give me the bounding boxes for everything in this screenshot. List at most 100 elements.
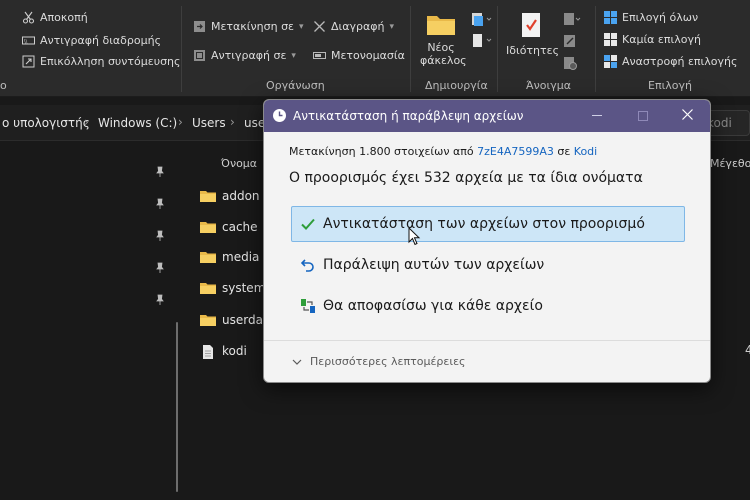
easy-access-icon[interactable] xyxy=(470,33,492,49)
pin-icon[interactable] xyxy=(154,227,166,241)
file-icon xyxy=(200,345,216,359)
shortcut-icon xyxy=(22,55,35,68)
file-row[interactable]: userda xyxy=(200,308,270,332)
history-icon[interactable] xyxy=(563,55,577,70)
clipboard-group-label: ο xyxy=(0,79,7,92)
edit-icon[interactable] xyxy=(563,33,577,47)
file-row[interactable]: kodi xyxy=(200,339,270,363)
cut-label: Αποκοπή xyxy=(40,11,88,24)
folder-icon xyxy=(200,251,216,263)
copy-to-icon xyxy=(193,49,206,62)
svg-text:\\: \\ xyxy=(24,39,28,45)
conflict-heading: Ο προορισμός έχει 532 αρχεία με τα ίδια … xyxy=(289,170,643,186)
properties-label: Ιδιότητες xyxy=(506,44,560,57)
replace-files-option[interactable]: Αντικατάσταση των αρχείων στον προορισμό xyxy=(291,206,685,242)
move-to-button[interactable]: Μετακίνηση σε ▾ xyxy=(193,20,304,33)
copy-path-button[interactable]: \\ Αντιγραφή διαδρομής xyxy=(22,34,161,47)
rename-label: Μετονομασία xyxy=(331,49,405,62)
pin-icon[interactable] xyxy=(154,291,166,305)
file-row[interactable]: addon xyxy=(200,184,270,208)
decide-each-file-option[interactable]: Θα αποφασίσω για κάθε αρχείο xyxy=(291,288,685,324)
invert-selection-label: Αναστροφή επιλογής xyxy=(622,55,738,68)
move-to-label: Μετακίνηση σε xyxy=(211,20,294,33)
replace-or-skip-dialog: Αντικατάσταση ή παράβλεψη αρχείων Μετακί… xyxy=(263,99,711,383)
clock-icon xyxy=(272,108,287,123)
folder-icon xyxy=(426,12,456,36)
ribbon-divider xyxy=(497,6,498,92)
file-row[interactable]: media xyxy=(200,245,270,269)
delete-label: Διαγραφή xyxy=(331,20,385,33)
decide-each-file-label: Θα αποφασίσω για κάθε αρχείο xyxy=(323,298,543,314)
scissors-icon xyxy=(22,11,35,24)
dialog-titlebar[interactable]: Αντικατάσταση ή παράβλεψη αρχείων xyxy=(264,100,710,132)
source-folder-link[interactable]: 7zE4A7599A3 xyxy=(477,145,554,158)
select-group-label: Επιλογή xyxy=(648,79,693,92)
select-none-label: Καμία επιλογή xyxy=(622,33,701,46)
select-all-icon xyxy=(604,11,617,24)
file-row[interactable]: cache xyxy=(200,215,270,239)
breadcrumb-users[interactable]: Users xyxy=(192,116,226,130)
dialog-divider xyxy=(264,340,710,341)
transfer-info-mid: σε xyxy=(557,145,571,158)
cut-button[interactable]: Αποκοπή xyxy=(22,11,88,24)
select-none-icon xyxy=(604,33,617,46)
maximize-button[interactable] xyxy=(620,100,666,132)
select-none-button[interactable]: Καμία επιλογή xyxy=(604,33,701,46)
invert-selection-icon xyxy=(604,55,617,68)
destination-folder-link[interactable]: Kodi xyxy=(574,145,597,158)
more-details-toggle[interactable]: Περισσότερες λεπτομέρειες xyxy=(292,355,465,368)
copy-to-label: Αντιγραφή σε xyxy=(211,49,287,62)
transfer-info-prefix: Μετακίνηση 1.800 στοιχείων από xyxy=(289,145,474,158)
new-group-label: Δημιουργία xyxy=(425,79,488,92)
ribbon-divider xyxy=(595,6,596,92)
column-header-size[interactable]: Μέγεθο xyxy=(710,157,750,170)
chevron-right-icon[interactable]: › xyxy=(84,115,89,129)
ribbon-divider xyxy=(410,6,411,92)
new-item-icon[interactable] xyxy=(470,12,492,28)
organize-group-label: Οργάνωση xyxy=(266,79,325,92)
skip-files-option[interactable]: Παράλειψη αυτών των αρχείων xyxy=(291,247,685,283)
new-folder-button[interactable]: Νέος φάκελος xyxy=(420,12,467,67)
chevron-right-icon[interactable]: › xyxy=(230,115,235,129)
properties-button[interactable]: Ιδιότητες xyxy=(506,12,560,57)
dialog-title: Αντικατάσταση ή παράβλεψη αρχείων xyxy=(293,109,524,123)
navigation-pane xyxy=(0,146,190,500)
mouse-cursor-icon xyxy=(408,226,422,247)
compare-files-icon xyxy=(300,298,316,314)
file-name: media xyxy=(222,250,260,264)
more-details-label: Περισσότερες λεπτομέρειες xyxy=(310,355,466,368)
rename-button[interactable]: Μετονομασία xyxy=(313,49,405,62)
open-group-label: Άνοιγμα xyxy=(526,79,571,92)
file-name: cache xyxy=(222,220,258,234)
folder-icon xyxy=(200,221,216,233)
close-icon xyxy=(681,108,693,124)
pin-icon[interactable] xyxy=(154,195,166,209)
folder-icon xyxy=(200,282,216,294)
chevron-down-icon xyxy=(292,355,302,368)
invert-selection-button[interactable]: Αναστροφή επιλογής xyxy=(604,55,737,68)
column-header-name[interactable]: Όνομα xyxy=(221,157,257,170)
file-row[interactable]: system xyxy=(200,276,270,300)
copy-to-button[interactable]: Αντιγραφή σε ▾ xyxy=(193,49,296,62)
minimize-button[interactable] xyxy=(574,100,620,132)
paste-shortcut-label: Επικόλληση συντόμευσης xyxy=(40,55,181,68)
open-icon[interactable] xyxy=(563,11,581,25)
select-all-button[interactable]: Επιλογή όλων xyxy=(604,11,698,24)
transfer-info: Μετακίνηση 1.800 στοιχείων από 7zE4A7599… xyxy=(289,145,597,158)
chevron-right-icon[interactable]: › xyxy=(178,115,183,129)
paste-shortcut-button[interactable]: Επικόλληση συντόμευσης xyxy=(22,55,180,68)
pin-icon[interactable] xyxy=(154,259,166,273)
file-name: addon xyxy=(222,189,260,203)
file-name: system xyxy=(222,281,266,295)
ribbon-divider xyxy=(181,6,182,92)
dropdown-arrow-icon: ▾ xyxy=(389,21,395,32)
file-name: kodi xyxy=(222,344,247,358)
nav-scrollbar[interactable] xyxy=(176,322,178,492)
close-button[interactable] xyxy=(664,100,710,132)
pin-icon[interactable] xyxy=(154,163,166,177)
breadcrumb-windows-c[interactable]: Windows (C:) xyxy=(98,116,177,130)
breadcrumb-this-pc[interactable]: ο υπολογιστής xyxy=(2,116,90,130)
folder-icon xyxy=(200,314,216,326)
delete-button[interactable]: Διαγραφή ▾ xyxy=(313,20,394,33)
select-all-label: Επιλογή όλων xyxy=(622,11,699,24)
